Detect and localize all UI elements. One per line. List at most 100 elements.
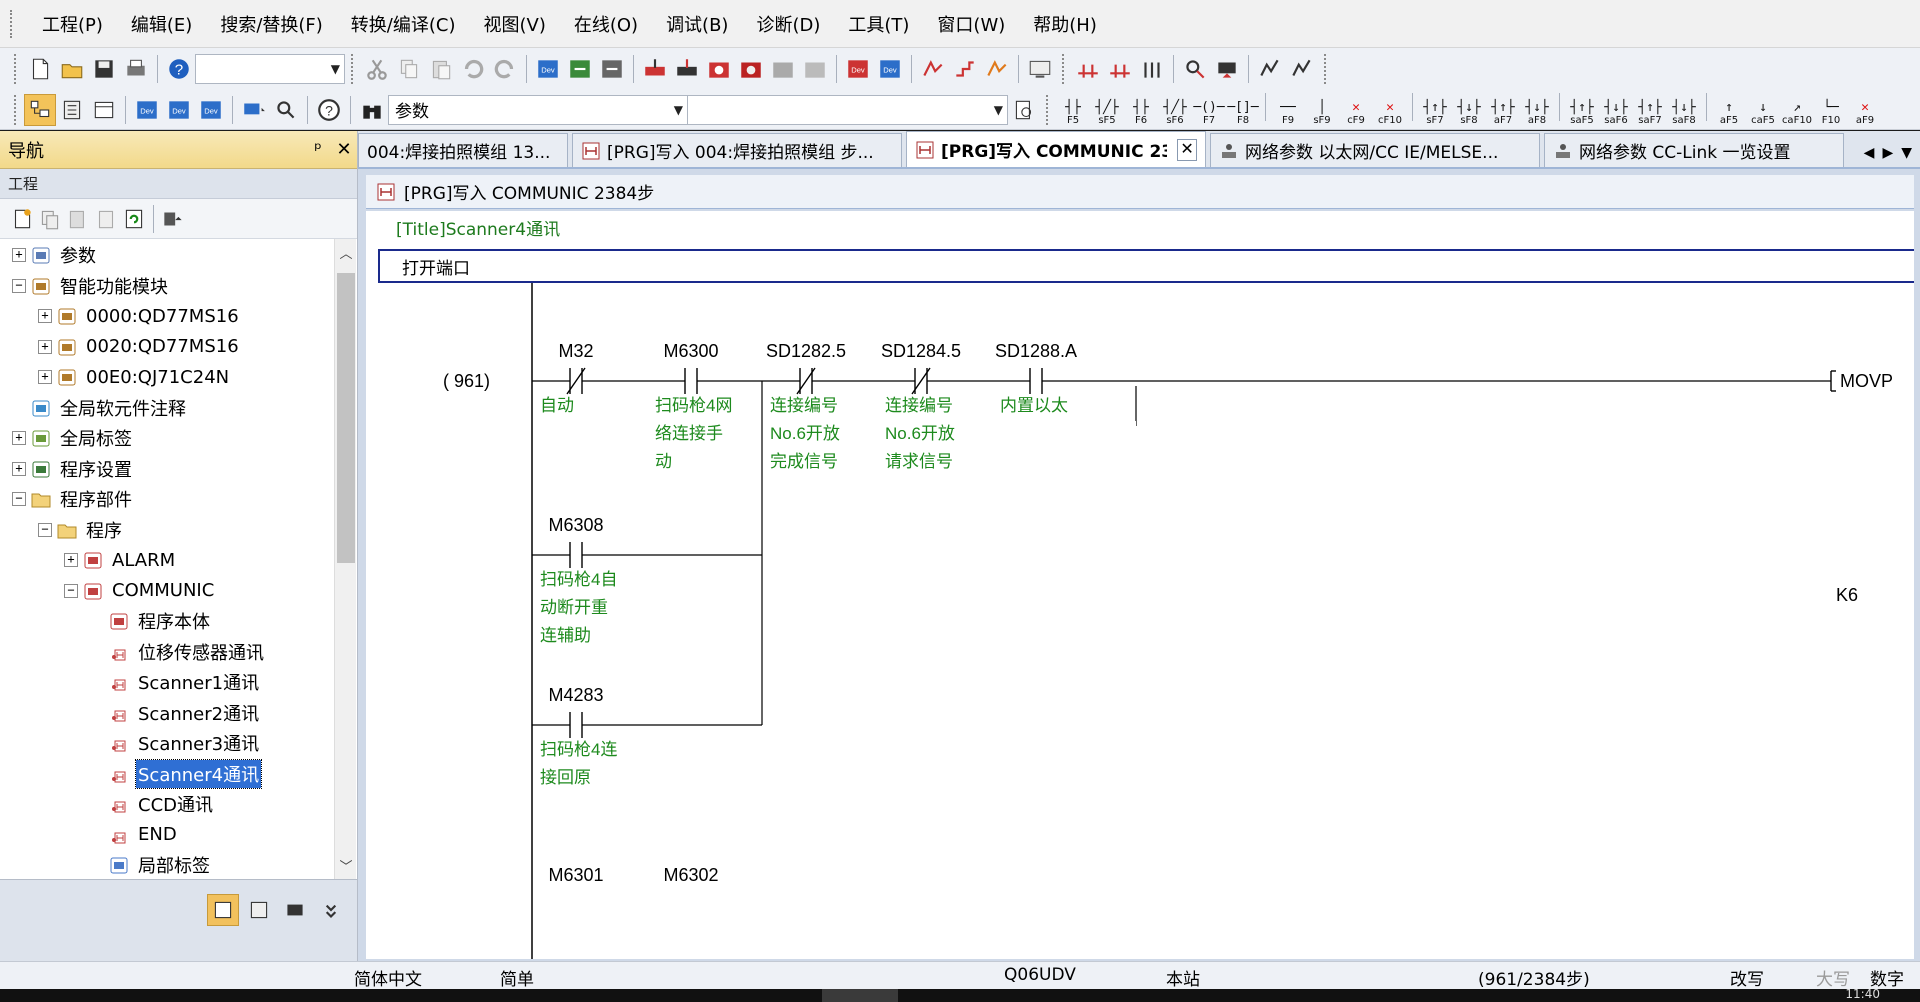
find-dropdown-icon[interactable] <box>270 94 302 126</box>
expand-icon[interactable]: + <box>64 553 78 567</box>
new-data-icon[interactable] <box>8 203 36 235</box>
ladder-symbol-button[interactable]: ┤↑├ saF5 <box>1565 93 1599 127</box>
undo-icon[interactable] <box>457 53 489 85</box>
ladder-symbol-button[interactable]: ┤↑├ saF7 <box>1633 93 1667 127</box>
device-note-icon[interactable]: Dev <box>195 94 227 126</box>
watch-icon[interactable] <box>981 53 1013 85</box>
close-tab-icon[interactable]: ✕ <box>1177 138 1197 161</box>
tree-node[interactable]: + 程序设置 <box>12 455 134 483</box>
document-tab[interactable]: [PRG]写入 COMMUNIC 23... ✕ <box>906 131 1206 167</box>
ladder-column-icon[interactable] <box>1136 53 1168 85</box>
ladder-symbol-button[interactable]: ┤├ F6 <box>1124 93 1158 127</box>
tree-node[interactable]: CCD通讯 <box>90 790 215 818</box>
ladder-symbol-button[interactable]: ↓ caF5 <box>1746 93 1780 127</box>
user-library-icon[interactable] <box>243 894 275 926</box>
tree-node[interactable]: 位移传感器通讯 <box>90 638 266 666</box>
monitor-all-icon[interactable] <box>799 53 831 85</box>
sample-trace2-icon[interactable] <box>1286 53 1318 85</box>
step-icon[interactable] <box>949 53 981 85</box>
output-window-icon[interactable] <box>88 94 120 126</box>
menu-item[interactable]: 搜索/替换(F) <box>206 7 336 41</box>
property-icon[interactable] <box>92 203 120 235</box>
instruction-name[interactable]: MOVP <box>1840 371 1893 391</box>
taskbar-active-item[interactable] <box>822 989 898 1002</box>
paste-data-icon[interactable] <box>64 203 92 235</box>
device-label[interactable]: M4283 <box>548 685 603 705</box>
tree-node[interactable]: + 全局标签 <box>12 424 134 452</box>
open-file-icon[interactable] <box>56 53 88 85</box>
device-test-icon[interactable]: Dev <box>842 53 874 85</box>
tree-node[interactable]: − COMMUNIC <box>64 577 216 605</box>
toolbar-grip[interactable] <box>351 54 355 84</box>
ladder-symbol-button[interactable]: ┤↓├ saF6 <box>1599 93 1633 127</box>
copy-data-icon[interactable] <box>36 203 64 235</box>
convert-icon[interactable] <box>564 53 596 85</box>
zoom-dropdown-icon[interactable] <box>238 94 270 126</box>
tree-node[interactable]: − 程序 <box>38 516 124 544</box>
cut-icon[interactable] <box>361 53 393 85</box>
ladder-symbol-button[interactable]: │ sF9 <box>1305 93 1339 127</box>
ladder-symbol-button[interactable]: └─ F10 <box>1814 93 1848 127</box>
tree-node[interactable]: Scanner3通讯 <box>90 729 261 757</box>
expand-icon[interactable]: + <box>12 248 26 262</box>
instruction-operand[interactable]: K6 <box>1836 585 1858 605</box>
tree-node[interactable]: +00E0:QJ71C24N <box>38 363 231 391</box>
device-label[interactable]: M32 <box>558 341 593 361</box>
print-icon[interactable] <box>120 53 152 85</box>
paste-icon[interactable] <box>425 53 457 85</box>
pin-icon[interactable]: ᵖ <box>305 139 331 160</box>
device-label[interactable]: SD1284.5 <box>881 341 961 361</box>
menu-item[interactable]: 工具(T) <box>834 7 923 41</box>
project-view-icon[interactable] <box>207 894 239 926</box>
search-option-icon[interactable] <box>1008 94 1040 126</box>
help-search-icon[interactable]: ? <box>313 94 345 126</box>
ladder-symbol-button[interactable]: ↗ caF10 <box>1780 93 1814 127</box>
ladder-symbol-button[interactable]: ─[]─ F8 <box>1226 93 1260 127</box>
new-file-icon[interactable] <box>24 53 56 85</box>
collapse-icon[interactable]: − <box>38 522 52 537</box>
ladder-symbol-button[interactable]: ─()─ F7 <box>1192 93 1226 127</box>
document-tab[interactable]: [PRG]写入 004:焊接拍照模组 步... <box>572 133 902 167</box>
expand-icon[interactable]: + <box>38 370 52 384</box>
menu-item[interactable]: 转换/编译(C) <box>337 7 470 41</box>
ladder-symbol-button[interactable]: ✕ cF9 <box>1339 93 1373 127</box>
toolbar1-combo[interactable]: ▼ <box>195 54 345 84</box>
device-label[interactable]: SD1282.5 <box>766 341 846 361</box>
ladder-symbol-button[interactable]: ✕ cF10 <box>1373 93 1407 127</box>
tree-node[interactable]: +0000:QD77MS16 <box>38 302 241 330</box>
ladder-symbol-button[interactable]: ↑ aF5 <box>1712 93 1746 127</box>
navigation-toggle-icon[interactable] <box>24 93 56 126</box>
tree-node[interactable]: +0020:QD77MS16 <box>38 333 241 361</box>
element-list-icon[interactable] <box>56 94 88 126</box>
search-scope-combo[interactable]: ▼ <box>688 94 1008 125</box>
ladder-symbol-button[interactable]: ┤╱├ sF5 <box>1090 93 1124 127</box>
toolbar-grip[interactable] <box>1324 54 1328 84</box>
write-to-plc-icon[interactable] <box>639 53 671 85</box>
redo-icon[interactable] <box>489 53 521 85</box>
document-tab[interactable]: 网络参数 CC-Link 一览设置 <box>1544 133 1844 167</box>
document-tab[interactable]: 网络参数 以太网/CC IE/MELSE... <box>1210 133 1540 167</box>
menu-item[interactable]: 视图(V) <box>469 7 559 41</box>
tab-prev-icon[interactable]: ◀ <box>1864 145 1875 161</box>
menu-grip[interactable] <box>10 9 14 38</box>
scroll-up-icon[interactable]: ︿ <box>335 243 357 262</box>
ladder-symbol-button[interactable]: ┤↑├ aF7 <box>1486 93 1520 127</box>
collapse-icon[interactable]: − <box>12 492 26 506</box>
monitor-icon[interactable] <box>735 53 767 85</box>
ladder-insert-icon[interactable] <box>1072 53 1104 85</box>
find-device-icon[interactable] <box>1179 53 1211 85</box>
verify-plc-icon[interactable] <box>703 53 735 85</box>
toolbar-grip[interactable] <box>1062 54 1066 84</box>
tree-node[interactable]: − 智能功能模块 <box>12 272 170 300</box>
close-icon[interactable]: ✕ <box>331 139 357 160</box>
device-label[interactable]: M6301 <box>548 865 603 885</box>
menu-item[interactable]: 工程(P) <box>28 7 117 41</box>
expand-icon[interactable]: + <box>38 339 52 354</box>
ladder-symbol-button[interactable]: ┤╱├ sF6 <box>1158 93 1192 127</box>
tab-next-icon[interactable]: ▶ <box>1882 145 1893 161</box>
device-label[interactable]: M6302 <box>663 865 718 885</box>
toolbar-grip[interactable] <box>1046 94 1050 125</box>
menu-item[interactable]: 编辑(E) <box>117 7 206 41</box>
ladder-symbol-button[interactable]: ┤↓├ sF8 <box>1452 93 1486 127</box>
jump-icon[interactable] <box>1211 53 1243 85</box>
